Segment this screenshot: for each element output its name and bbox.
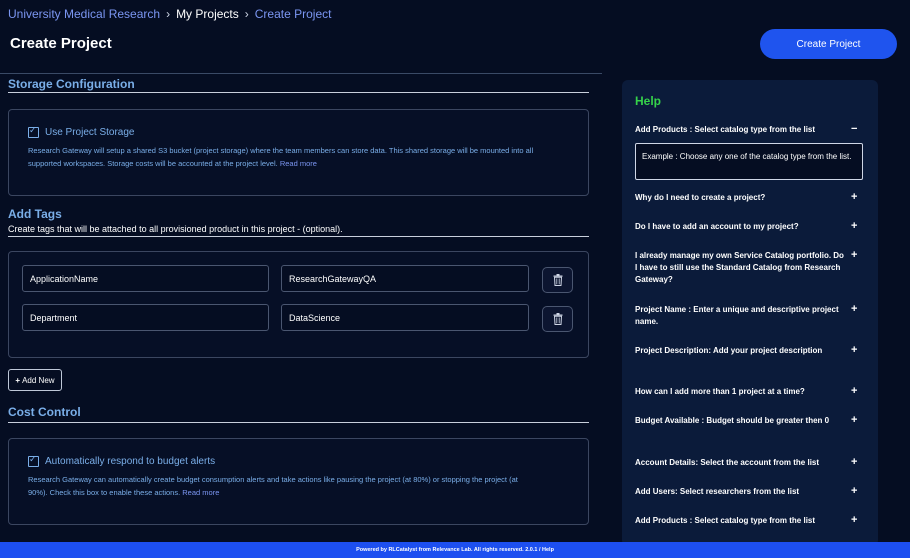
storage-description: Research Gateway will setup a shared S3 … bbox=[28, 144, 583, 170]
help-question[interactable]: Account Details: Select the account from… bbox=[635, 457, 845, 469]
cost-description-line2: 90%). Check this box to enable these act… bbox=[28, 488, 181, 497]
help-question[interactable]: I already manage my own Service Catalog … bbox=[635, 250, 845, 286]
cost-description: Research Gateway can automatically creat… bbox=[28, 473, 583, 499]
tags-divider bbox=[8, 236, 589, 237]
help-panel: Help Add Products : Select catalog type … bbox=[622, 80, 878, 546]
help-question[interactable]: Project Name : Enter a unique and descri… bbox=[635, 304, 845, 328]
plus-icon[interactable]: + bbox=[851, 191, 857, 203]
help-question[interactable]: Add Products : Select catalog type from … bbox=[635, 124, 845, 136]
create-project-button[interactable]: Create Project bbox=[760, 29, 897, 59]
cost-divider bbox=[8, 422, 589, 423]
trash-icon bbox=[553, 274, 562, 286]
help-question[interactable]: Add Products : Select catalog type from … bbox=[635, 515, 845, 527]
breadcrumb-my-projects[interactable]: My Projects bbox=[176, 7, 239, 21]
chevron-right-icon: › bbox=[244, 7, 249, 21]
storage-divider bbox=[8, 92, 589, 93]
breadcrumb-university[interactable]: University Medical Research bbox=[8, 7, 160, 21]
tag-value-input[interactable]: ResearchGatewayQA bbox=[281, 265, 529, 292]
plus-icon[interactable]: + bbox=[851, 385, 857, 397]
use-project-storage-label: Use Project Storage bbox=[45, 127, 135, 138]
help-question[interactable]: Project Description: Add your project de… bbox=[635, 345, 845, 357]
budget-alerts-checkbox[interactable]: Automatically respond to budget alerts bbox=[28, 454, 216, 467]
checkbox-checked-icon[interactable] bbox=[28, 125, 39, 138]
minus-icon[interactable]: − bbox=[851, 123, 857, 135]
help-question[interactable]: Add Users: Select researchers from the l… bbox=[635, 486, 845, 498]
storage-read-more-link[interactable]: Read more bbox=[280, 159, 317, 168]
help-question[interactable]: How can I add more than 1 project at a t… bbox=[635, 386, 845, 398]
delete-tag-button[interactable] bbox=[542, 306, 573, 332]
plus-icon: + bbox=[15, 375, 21, 385]
plus-icon[interactable]: + bbox=[851, 485, 857, 497]
breadcrumb: University Medical Research › My Project… bbox=[8, 7, 331, 21]
use-project-storage-checkbox[interactable]: Use Project Storage bbox=[28, 125, 135, 138]
storage-section-title: Storage Configuration bbox=[8, 77, 135, 91]
page-title: Create Project bbox=[10, 35, 112, 52]
plus-icon[interactable]: + bbox=[851, 514, 857, 526]
help-answer: Example : Choose any one of the catalog … bbox=[635, 143, 863, 180]
plus-icon[interactable]: + bbox=[851, 456, 857, 468]
budget-alerts-label: Automatically respond to budget alerts bbox=[45, 456, 216, 467]
plus-icon[interactable]: + bbox=[851, 249, 857, 261]
help-title: Help bbox=[635, 94, 662, 108]
help-question[interactable]: Do I have to add an account to my projec… bbox=[635, 221, 845, 233]
tag-key-input[interactable]: Department bbox=[22, 304, 269, 331]
help-question[interactable]: Budget Available : Budget should be grea… bbox=[635, 415, 845, 427]
delete-tag-button[interactable] bbox=[542, 267, 573, 293]
tags-section-title: Add Tags bbox=[8, 207, 62, 221]
checkbox-checked-icon[interactable] bbox=[28, 454, 39, 467]
cost-section-title: Cost Control bbox=[8, 405, 81, 419]
chevron-right-icon: › bbox=[166, 7, 171, 21]
add-new-label: Add New bbox=[22, 375, 55, 385]
storage-description-line1: Research Gateway will setup a shared S3 … bbox=[28, 146, 534, 155]
plus-icon[interactable]: + bbox=[851, 303, 857, 315]
plus-icon[interactable]: + bbox=[851, 344, 857, 356]
help-question[interactable]: Why do I need to create a project? bbox=[635, 192, 845, 204]
tag-value-input[interactable]: DataScience bbox=[281, 304, 529, 331]
add-new-tag-button[interactable]: + Add New bbox=[8, 369, 62, 391]
tags-subtitle: Create tags that will be attached to all… bbox=[8, 224, 343, 234]
storage-description-line2: supported workspaces. Storage costs will… bbox=[28, 159, 278, 168]
footer: Powered by RLCatalyst from Relevance Lab… bbox=[0, 542, 910, 558]
breadcrumb-create-project[interactable]: Create Project bbox=[255, 7, 332, 21]
cost-description-line1: Research Gateway can automatically creat… bbox=[28, 475, 518, 484]
tag-key-input[interactable]: ApplicationName bbox=[22, 265, 269, 292]
cost-read-more-link[interactable]: Read more bbox=[182, 488, 219, 497]
plus-icon[interactable]: + bbox=[851, 220, 857, 232]
header-divider bbox=[0, 73, 602, 74]
trash-icon bbox=[553, 313, 562, 325]
plus-icon[interactable]: + bbox=[851, 414, 857, 426]
